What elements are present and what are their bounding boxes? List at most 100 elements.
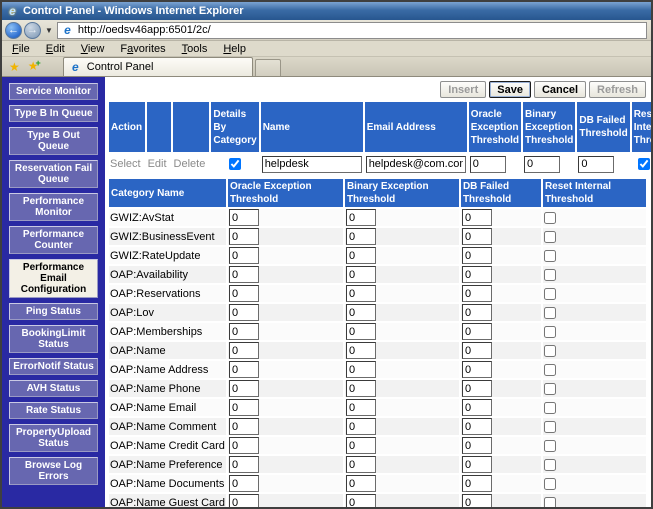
category-oracle-input[interactable] <box>229 247 259 264</box>
cancel-button[interactable]: Cancel <box>534 81 586 98</box>
category-db-failed-input[interactable] <box>462 266 492 283</box>
menu-favorites[interactable]: Favorites <box>112 42 173 56</box>
sidebar-item-type-b-out-queue[interactable]: Type B Out Queue <box>9 127 98 155</box>
category-binary-input[interactable] <box>346 228 376 245</box>
category-oracle-input[interactable] <box>229 228 259 245</box>
category-reset-checkbox[interactable] <box>544 402 556 414</box>
category-oracle-input[interactable] <box>229 266 259 283</box>
db-failed-threshold-input[interactable] <box>578 156 614 173</box>
category-binary-input[interactable] <box>346 209 376 226</box>
select-link[interactable]: Select <box>110 158 144 170</box>
details-by-category-checkbox[interactable] <box>229 158 241 170</box>
category-binary-input[interactable] <box>346 247 376 264</box>
category-binary-input[interactable] <box>346 266 376 283</box>
category-db-failed-input[interactable] <box>462 342 492 359</box>
category-binary-input[interactable] <box>346 456 376 473</box>
category-reset-checkbox[interactable] <box>544 307 556 319</box>
category-binary-input[interactable] <box>346 342 376 359</box>
category-db-failed-input[interactable] <box>462 285 492 302</box>
category-binary-input[interactable] <box>346 475 376 492</box>
sidebar-item-rate-status[interactable]: Rate Status <box>9 402 98 419</box>
refresh-button[interactable]: Refresh <box>589 81 646 98</box>
category-db-failed-input[interactable] <box>462 418 492 435</box>
category-binary-input[interactable] <box>346 494 376 507</box>
category-binary-input[interactable] <box>346 380 376 397</box>
category-reset-checkbox[interactable] <box>544 497 556 507</box>
category-reset-checkbox[interactable] <box>544 269 556 281</box>
category-oracle-input[interactable] <box>229 342 259 359</box>
insert-button[interactable]: Insert <box>440 81 486 98</box>
email-input[interactable] <box>366 156 466 173</box>
sidebar-item-ping-status[interactable]: Ping Status <box>9 303 98 320</box>
category-reset-checkbox[interactable] <box>544 364 556 376</box>
category-db-failed-input[interactable] <box>462 304 492 321</box>
binary-threshold-input[interactable] <box>524 156 560 173</box>
category-oracle-input[interactable] <box>229 456 259 473</box>
add-favorite-icon[interactable]: ★ <box>25 58 47 76</box>
category-db-failed-input[interactable] <box>462 399 492 416</box>
category-reset-checkbox[interactable] <box>544 459 556 471</box>
category-reset-checkbox[interactable] <box>544 212 556 224</box>
back-button[interactable]: ← <box>5 22 22 39</box>
category-reset-checkbox[interactable] <box>544 440 556 452</box>
sidebar-item-performance-monitor[interactable]: Performance Monitor <box>9 193 98 221</box>
category-oracle-input[interactable] <box>229 494 259 507</box>
sidebar-item-browse-log-errors[interactable]: Browse Log Errors <box>9 457 98 485</box>
category-db-failed-input[interactable] <box>462 323 492 340</box>
category-oracle-input[interactable] <box>229 399 259 416</box>
category-db-failed-input[interactable] <box>462 361 492 378</box>
sidebar-item-type-b-in-queue[interactable]: Type B In Queue <box>9 105 98 122</box>
category-reset-checkbox[interactable] <box>544 250 556 262</box>
category-oracle-input[interactable] <box>229 437 259 454</box>
sidebar-item-errornotif-status[interactable]: ErrorNotif Status <box>9 358 98 375</box>
category-db-failed-input[interactable] <box>462 494 492 507</box>
category-reset-checkbox[interactable] <box>544 478 556 490</box>
category-oracle-input[interactable] <box>229 380 259 397</box>
oracle-threshold-input[interactable] <box>470 156 506 173</box>
category-db-failed-input[interactable] <box>462 228 492 245</box>
favorites-star-icon[interactable]: ★ <box>6 59 23 76</box>
tab-control-panel[interactable]: e Control Panel <box>63 57 253 76</box>
category-oracle-input[interactable] <box>229 323 259 340</box>
category-binary-input[interactable] <box>346 323 376 340</box>
sidebar-item-bookinglimit-status[interactable]: BookingLimit Status <box>9 325 98 353</box>
category-oracle-input[interactable] <box>229 475 259 492</box>
category-db-failed-input[interactable] <box>462 437 492 454</box>
category-binary-input[interactable] <box>346 361 376 378</box>
sidebar-item-performance-counter[interactable]: Performance Counter <box>9 226 98 254</box>
history-dropdown-icon[interactable]: ▼ <box>45 26 53 35</box>
category-db-failed-input[interactable] <box>462 247 492 264</box>
category-reset-checkbox[interactable] <box>544 383 556 395</box>
category-db-failed-input[interactable] <box>462 475 492 492</box>
menu-tools[interactable]: Tools <box>174 42 216 56</box>
sidebar-item-reservation-fail-queue[interactable]: Reservation Fail Queue <box>9 160 98 188</box>
category-binary-input[interactable] <box>346 285 376 302</box>
menu-help[interactable]: Help <box>215 42 254 56</box>
sidebar-item-avh-status[interactable]: AVH Status <box>9 380 98 397</box>
new-tab-stub[interactable] <box>255 59 281 76</box>
category-binary-input[interactable] <box>346 399 376 416</box>
category-oracle-input[interactable] <box>229 361 259 378</box>
address-input[interactable]: e http://oedsv46app:6501/2c/ <box>57 22 647 39</box>
category-oracle-input[interactable] <box>229 304 259 321</box>
category-db-failed-input[interactable] <box>462 456 492 473</box>
reset-internal-checkbox[interactable] <box>638 158 650 170</box>
category-binary-input[interactable] <box>346 437 376 454</box>
menu-file[interactable]: File <box>4 42 38 56</box>
menu-edit[interactable]: Edit <box>38 42 73 56</box>
sidebar-item-service-monitor[interactable]: Service Monitor <box>9 83 98 100</box>
category-oracle-input[interactable] <box>229 418 259 435</box>
category-binary-input[interactable] <box>346 304 376 321</box>
edit-link[interactable]: Edit <box>148 158 170 170</box>
category-reset-checkbox[interactable] <box>544 288 556 300</box>
delete-link[interactable]: Delete <box>174 158 209 170</box>
category-oracle-input[interactable] <box>229 209 259 226</box>
category-binary-input[interactable] <box>346 418 376 435</box>
category-reset-checkbox[interactable] <box>544 231 556 243</box>
category-db-failed-input[interactable] <box>462 380 492 397</box>
save-button[interactable]: Save <box>489 81 531 98</box>
category-reset-checkbox[interactable] <box>544 326 556 338</box>
sidebar-item-propertyupload-status[interactable]: PropertyUpload Status <box>9 424 98 452</box>
forward-button[interactable]: → <box>24 22 41 39</box>
menu-view[interactable]: View <box>73 42 113 56</box>
